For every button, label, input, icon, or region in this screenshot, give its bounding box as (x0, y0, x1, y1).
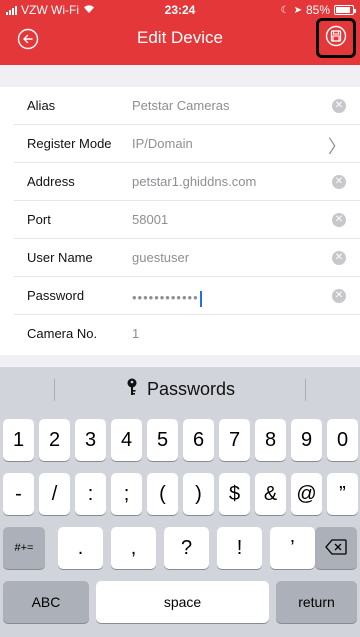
keyboard: Passwords 1234567890 - /:;() $ & @” #+= . , … (0, 367, 360, 637)
key[interactable]: ’ (270, 527, 315, 569)
battery-fill (336, 7, 350, 13)
register-mode-value: IP/Domain (132, 136, 193, 151)
punctuation-key-row: #+= . , ? ! ’ (0, 527, 360, 569)
device-form: Alias Petstar Cameras ✕ Register Mode IP… (0, 87, 360, 353)
password-label: Password (27, 288, 85, 303)
key[interactable]: , (111, 527, 156, 569)
port-row[interactable]: Port 58001 ✕ (14, 201, 360, 239)
number-key-row: 1234567890 (0, 419, 360, 461)
key[interactable]: ! (217, 527, 262, 569)
suggestion-divider (305, 379, 306, 401)
address-label: Address (27, 174, 75, 189)
register-mode-label: Register Mode (27, 136, 112, 151)
symbol-key[interactable]: ” (327, 473, 358, 515)
abc-key[interactable]: ABC (3, 581, 89, 623)
number-key[interactable]: 0 (327, 419, 358, 461)
app-header: VZW Wi-Fi 23:24 ☾ ➤ 85% Edit Device (0, 0, 360, 65)
clear-icon[interactable]: ✕ (332, 251, 346, 265)
register-mode-row[interactable]: Register Mode IP/Domain 〉 (14, 125, 360, 163)
username-row[interactable]: User Name guestuser ✕ (14, 239, 360, 277)
clear-icon[interactable]: ✕ (332, 289, 346, 303)
username-label: User Name (27, 250, 93, 265)
symbol-key[interactable]: ; (111, 473, 142, 515)
password-input[interactable]: •••••••••••• (132, 290, 202, 307)
clear-icon[interactable]: ✕ (332, 213, 346, 227)
alias-row[interactable]: Alias Petstar Cameras ✕ (14, 87, 360, 125)
password-row[interactable]: Password •••••••••••• ✕ (14, 277, 360, 315)
camera-no-label: Camera No. (27, 326, 98, 341)
key-icon (125, 378, 139, 401)
username-input[interactable]: guestuser (132, 250, 189, 265)
save-icon (325, 25, 347, 52)
number-key[interactable]: 3 (75, 419, 106, 461)
clear-icon[interactable]: ✕ (332, 175, 346, 189)
key[interactable]: ? (164, 527, 209, 569)
space-key[interactable]: space (96, 581, 269, 623)
alias-label: Alias (27, 98, 56, 113)
symbol-key[interactable]: : (75, 473, 106, 515)
symbol-key[interactable]: $ (219, 473, 250, 515)
symbol-key[interactable]: - (3, 473, 34, 515)
chevron-right-icon: 〉 (328, 137, 346, 157)
more-symbols-key[interactable]: #+= (3, 527, 45, 569)
symbol-key[interactable]: / (39, 473, 70, 515)
section-spacer (0, 65, 360, 87)
camera-no-row: Camera No. 1 (14, 315, 360, 353)
symbol-key[interactable]: ( (147, 473, 178, 515)
moon-icon: ☾ (280, 4, 290, 16)
port-input[interactable]: 58001 (132, 212, 168, 227)
address-input[interactable]: petstar1.ghiddns.com (132, 174, 256, 189)
section-spacer (0, 355, 360, 367)
number-key[interactable]: 2 (39, 419, 70, 461)
nav-bar: Edit Device (0, 18, 360, 65)
number-key[interactable]: 4 (111, 419, 142, 461)
save-button[interactable] (316, 18, 356, 58)
number-key[interactable]: 8 (255, 419, 286, 461)
delete-key[interactable] (315, 527, 357, 569)
number-key[interactable]: 9 (291, 419, 322, 461)
password-dots: •••••••••••• (132, 290, 199, 305)
address-row[interactable]: Address petstar1.ghiddns.com ✕ (14, 163, 360, 201)
battery-percent: 85% (305, 3, 330, 17)
number-key[interactable]: 5 (147, 419, 178, 461)
battery-icon (334, 5, 356, 15)
key[interactable]: . (58, 527, 103, 569)
number-key[interactable]: 6 (183, 419, 214, 461)
text-caret (199, 290, 202, 307)
suggestion-passwords[interactable]: Passwords (147, 379, 235, 400)
symbol-key[interactable]: @ (291, 473, 322, 515)
status-right: ☾ ➤ 85% (280, 3, 356, 17)
location-icon: ➤ (293, 4, 302, 16)
backspace-icon (325, 538, 347, 558)
symbol-key[interactable]: & (255, 473, 286, 515)
port-label: Port (27, 212, 51, 227)
symbol-key[interactable]: ) (183, 473, 214, 515)
clear-icon[interactable]: ✕ (332, 99, 346, 113)
return-key[interactable]: return (276, 581, 357, 623)
number-key[interactable]: 1 (3, 419, 34, 461)
page-title: Edit Device (137, 28, 223, 47)
status-bar: VZW Wi-Fi 23:24 ☾ ➤ 85% (0, 0, 360, 20)
suggestion-divider (54, 379, 55, 401)
symbol-key-row: - /:;() $ & @” (0, 473, 360, 515)
camera-no-value: 1 (132, 326, 140, 341)
number-key[interactable]: 7 (219, 419, 250, 461)
alias-input[interactable]: Petstar Cameras (132, 98, 230, 113)
bottom-key-row: ABC space return (0, 581, 360, 623)
password-autofill-bar[interactable]: Passwords (0, 367, 360, 411)
